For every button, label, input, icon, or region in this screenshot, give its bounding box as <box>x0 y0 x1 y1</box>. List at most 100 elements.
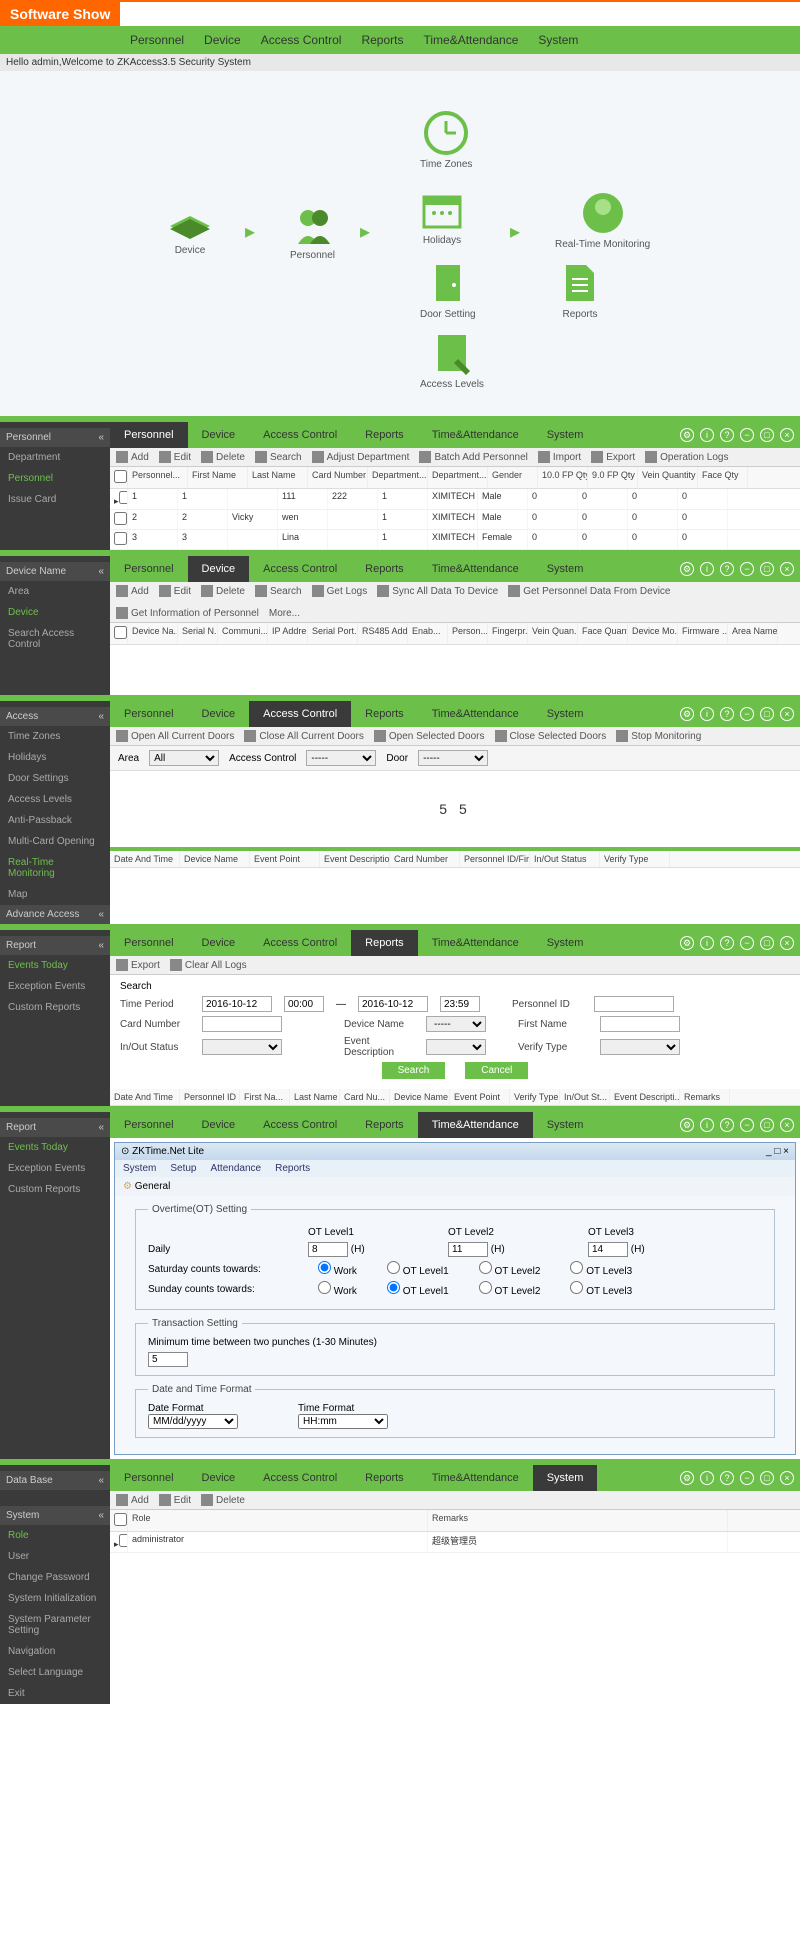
tab-access-control[interactable]: Access Control <box>249 1465 351 1491</box>
sidebar-item[interactable]: Holidays <box>0 747 110 768</box>
sidebar-item[interactable]: Change Password <box>0 1567 110 1588</box>
close-icon[interactable]: × <box>783 1146 789 1157</box>
open-all-button[interactable]: Open All Current Doors <box>116 730 234 742</box>
minimize-icon[interactable]: _ <box>766 1146 772 1157</box>
ot1-input[interactable] <box>308 1242 348 1257</box>
delete-button[interactable]: Delete <box>201 585 245 597</box>
menu-attendance[interactable]: Attendance <box>210 1163 261 1174</box>
sidebar-item[interactable]: Exit <box>0 1683 110 1704</box>
personnel-id-input[interactable] <box>594 996 674 1012</box>
tab-time-attendance[interactable]: Time&Attendance <box>418 556 533 582</box>
sidebar-item[interactable]: Custom Reports <box>0 1179 110 1200</box>
sidebar-item[interactable]: Door Settings <box>0 768 110 789</box>
tab-time-attendance[interactable]: Time&Attendance <box>418 422 533 448</box>
select-all-checkbox[interactable] <box>114 626 127 639</box>
minimize-icon[interactable]: − <box>740 707 754 721</box>
date-from-input[interactable] <box>202 996 272 1012</box>
sat-work-radio[interactable] <box>318 1261 331 1274</box>
tab-time-attendance[interactable]: Time&Attendance <box>418 930 533 956</box>
sidebar-item[interactable]: Custom Reports <box>0 997 110 1018</box>
tab-personnel[interactable]: Personnel <box>110 1112 188 1138</box>
info-icon[interactable]: i <box>700 936 714 950</box>
stop-monitoring-button[interactable]: Stop Monitoring <box>616 730 701 742</box>
tab-time-attendance[interactable]: Time&Attendance <box>418 701 533 727</box>
ac-select[interactable]: ----- <box>306 750 376 766</box>
table-row[interactable]: 22Vickywen1XIMITECHMale0000 <box>110 510 800 530</box>
nav-device[interactable]: Device <box>204 33 241 47</box>
minimize-icon[interactable]: − <box>740 428 754 442</box>
sun-ot3-radio[interactable] <box>570 1281 583 1294</box>
close-icon[interactable]: × <box>780 936 794 950</box>
select-all-checkbox[interactable] <box>114 470 127 483</box>
tab-reports[interactable]: Reports <box>351 930 418 956</box>
maximize-icon[interactable]: □ <box>760 428 774 442</box>
add-button[interactable]: Add <box>116 585 149 597</box>
more-button[interactable]: More... <box>269 608 300 619</box>
help-icon[interactable]: ? <box>720 428 734 442</box>
tab-system[interactable]: System <box>533 556 598 582</box>
tab-device[interactable]: Device <box>188 422 250 448</box>
tab-reports[interactable]: Reports <box>351 556 418 582</box>
edit-button[interactable]: Edit <box>159 451 191 463</box>
sidebar-item[interactable]: Exception Events <box>0 1158 110 1179</box>
tab-device[interactable]: Device <box>188 556 250 582</box>
adjust-dept-button[interactable]: Adjust Department <box>312 451 410 463</box>
sidebar-item[interactable]: Events Today <box>0 955 110 976</box>
close-icon[interactable]: × <box>780 1118 794 1132</box>
nav-time-attendance[interactable]: Time&Attendance <box>423 33 518 47</box>
close-icon[interactable]: × <box>780 428 794 442</box>
info-icon[interactable]: i <box>700 428 714 442</box>
sat-ot1-radio[interactable] <box>387 1261 400 1274</box>
table-row[interactable]: ▸111112221XIMITECHMale0000 <box>110 489 800 510</box>
sun-work-radio[interactable] <box>318 1281 331 1294</box>
op-logs-button[interactable]: Operation Logs <box>645 451 728 463</box>
get-info-button[interactable]: Get Information of Personnel <box>116 607 259 619</box>
row-checkbox[interactable] <box>114 512 127 525</box>
add-button[interactable]: Add <box>116 451 149 463</box>
ot3-input[interactable] <box>588 1242 628 1257</box>
batch-add-button[interactable]: Batch Add Personnel <box>419 451 527 463</box>
row-checkbox[interactable] <box>114 532 127 545</box>
sidebar-item[interactable]: Role <box>0 1525 110 1546</box>
info-icon[interactable]: i <box>700 707 714 721</box>
tab-access-control[interactable]: Access Control <box>249 556 351 582</box>
tab-personnel[interactable]: Personnel <box>110 1465 188 1491</box>
maximize-icon[interactable]: □ <box>760 1471 774 1485</box>
sidebar-item[interactable]: User <box>0 1546 110 1567</box>
device-name-select[interactable]: ----- <box>426 1016 486 1032</box>
select-all-checkbox[interactable] <box>114 1513 127 1526</box>
tab-system[interactable]: System <box>533 701 598 727</box>
sidebar-item[interactable]: Real-Time Monitoring <box>0 852 110 884</box>
tab-system[interactable]: System <box>533 930 598 956</box>
sidebar-item-device[interactable]: Device <box>0 602 110 623</box>
menu-setup[interactable]: Setup <box>170 1163 196 1174</box>
tab-device[interactable]: Device <box>188 701 250 727</box>
row-checkbox[interactable] <box>119 1534 128 1547</box>
nav-access-control[interactable]: Access Control <box>261 33 342 47</box>
tab-personnel[interactable]: Personnel <box>110 556 188 582</box>
maximize-icon[interactable]: □ <box>760 562 774 576</box>
search-button[interactable]: Search <box>255 585 302 597</box>
sidebar-item[interactable]: Events Today <box>0 1137 110 1158</box>
import-button[interactable]: Import <box>538 451 581 463</box>
tab-access-control[interactable]: Access Control <box>249 422 351 448</box>
tab-device[interactable]: Device <box>188 930 250 956</box>
time-format-select[interactable]: HH:mm <box>298 1414 388 1429</box>
search-button[interactable]: Search <box>255 451 302 463</box>
sidebar-item[interactable]: Anti-Passback <box>0 810 110 831</box>
tab-reports[interactable]: Reports <box>351 701 418 727</box>
inout-select[interactable] <box>202 1039 282 1055</box>
tab-personnel[interactable]: Personnel <box>110 422 188 448</box>
minimize-icon[interactable]: − <box>740 562 754 576</box>
row-checkbox[interactable] <box>119 491 128 504</box>
sidebar-item[interactable]: System Parameter Setting <box>0 1609 110 1641</box>
close-selected-button[interactable]: Close Selected Doors <box>495 730 607 742</box>
settings-icon[interactable]: ⚙ <box>680 428 694 442</box>
tab-system[interactable]: System <box>533 1465 598 1491</box>
tab-access-control[interactable]: Access Control <box>249 930 351 956</box>
sidebar-item[interactable]: Map <box>0 884 110 905</box>
trans-input[interactable] <box>148 1352 188 1367</box>
cancel-button[interactable]: Cancel <box>465 1062 528 1079</box>
sat-ot3-radio[interactable] <box>570 1261 583 1274</box>
sidebar-item-department[interactable]: Department <box>0 447 110 468</box>
